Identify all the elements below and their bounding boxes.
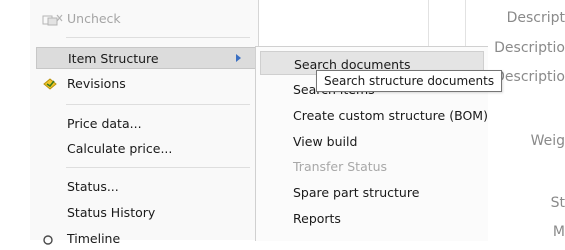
menu-item-label: Timeline	[67, 231, 121, 246]
field-label-description: Descriptio	[494, 40, 565, 56]
field-label-m: M	[552, 224, 565, 240]
menu-item-item-structure[interactable]: Item Structure	[36, 47, 256, 69]
menu-item-label: Uncheck	[67, 11, 121, 26]
tooltip-text: Search structure documents	[324, 74, 495, 88]
menu-item-label: Status History	[67, 205, 156, 220]
submenu-item-label: View build	[293, 134, 358, 149]
submenu-item-reports[interactable]: Reports	[260, 206, 484, 230]
menu-item-status-history[interactable]: Status History	[36, 202, 256, 224]
submenu-item-label: Transfer Status	[293, 159, 388, 174]
menu-item-label: Revisions	[67, 76, 126, 91]
submenu-item-spare-part-structure[interactable]: Spare part structure	[260, 180, 484, 204]
timeline-icon	[42, 232, 58, 246]
submenu-item-label: Create custom structure (BOM)	[293, 108, 488, 123]
field-label-description: Descriptio	[494, 69, 565, 85]
field-label-description: Descript	[506, 10, 565, 26]
menu-item-calculate-price[interactable]: Calculate price...	[36, 138, 256, 160]
tooltip: Search structure documents	[316, 70, 503, 92]
menu-item-label: Status...	[67, 179, 119, 194]
submenu-arrow-icon	[236, 54, 241, 62]
revisions-icon	[42, 77, 58, 91]
context-menu: Uncheck Item Structure Revisions Price d…	[30, 0, 259, 246]
submenu-item-create-custom-structure[interactable]: Create custom structure (BOM)	[260, 103, 488, 127]
menu-item-revisions[interactable]: Revisions	[36, 73, 256, 95]
menu-item-uncheck[interactable]: Uncheck	[36, 8, 256, 30]
submenu-item-transfer-status[interactable]: Transfer Status	[260, 154, 484, 178]
uncheck-icon	[42, 12, 63, 26]
menu-separator	[66, 104, 250, 105]
menu-separator	[66, 37, 250, 38]
menu-item-label: Item Structure	[68, 51, 159, 66]
menu-item-price-data[interactable]: Price data...	[36, 113, 256, 135]
menu-item-label: Price data...	[67, 116, 142, 131]
submenu-item-view-build[interactable]: View build	[260, 129, 484, 153]
submenu-item-label: Reports	[293, 211, 341, 226]
submenu-item-label: Spare part structure	[293, 185, 420, 200]
menu-item-timeline[interactable]: Timeline	[36, 228, 256, 250]
field-label-weight: Weig	[530, 133, 565, 149]
menu-separator	[66, 167, 250, 168]
menu-item-label: Calculate price...	[67, 141, 173, 156]
menu-item-status[interactable]: Status...	[36, 176, 256, 198]
field-label-status: St	[550, 195, 565, 211]
